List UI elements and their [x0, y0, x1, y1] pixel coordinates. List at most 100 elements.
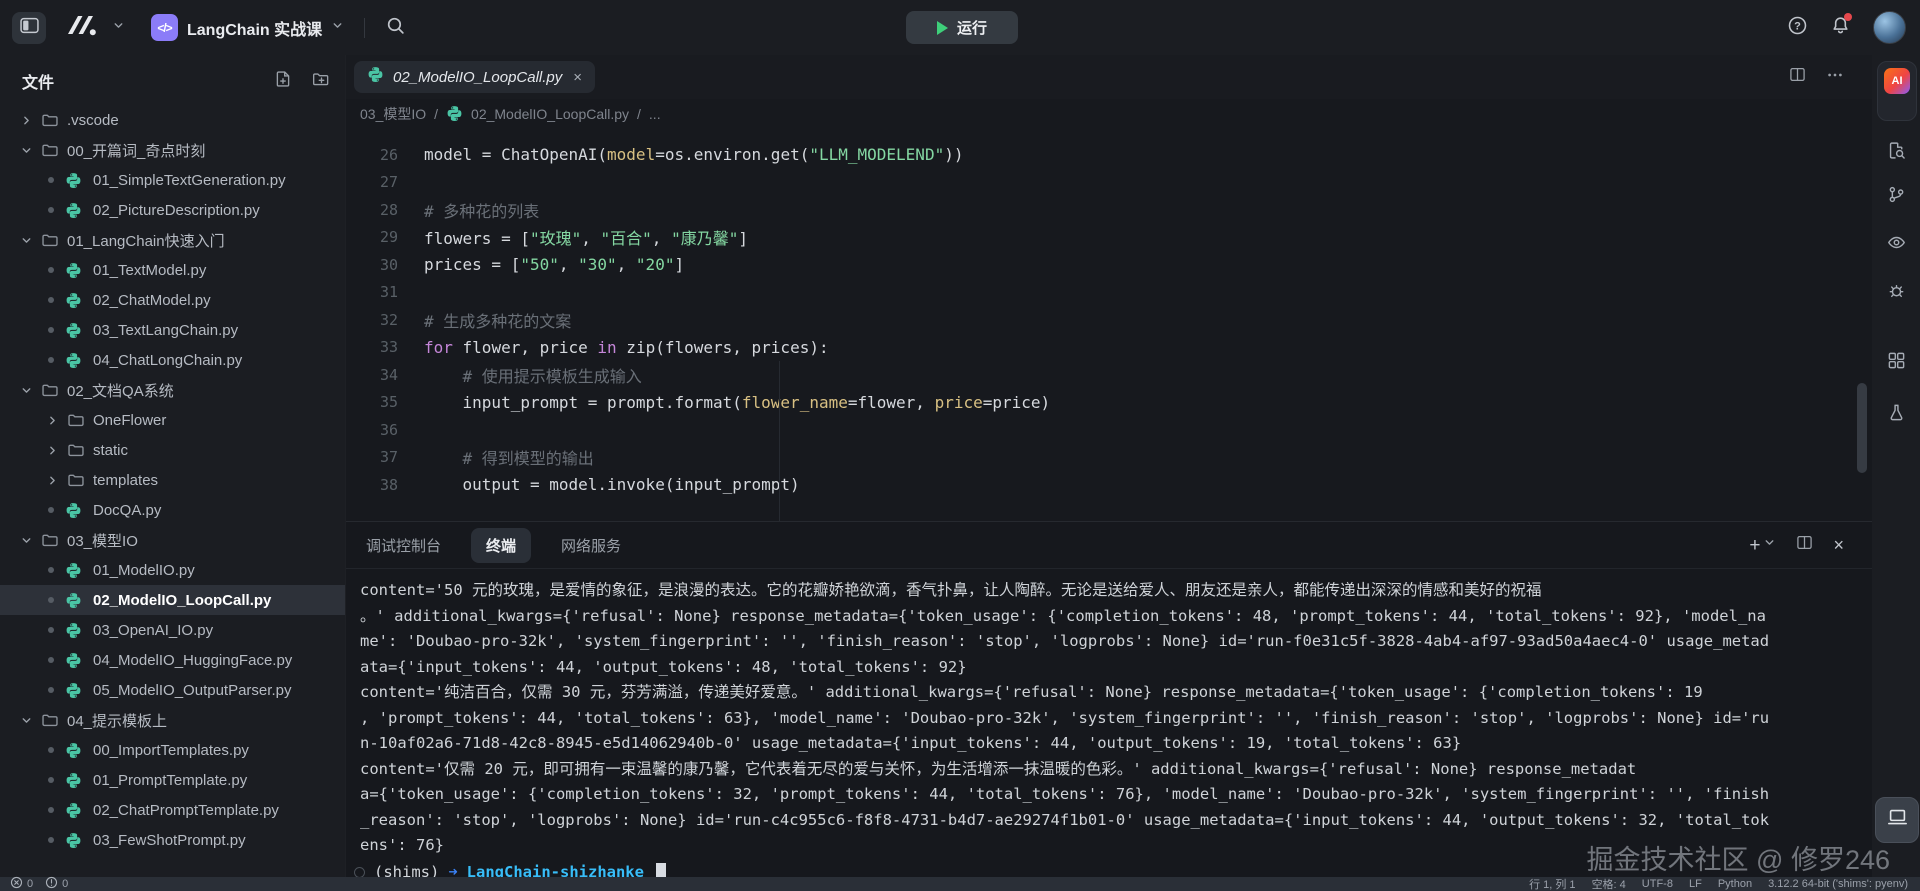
tree-folder[interactable]: 02_文档QA系统: [0, 375, 345, 405]
line-number: 26: [346, 146, 398, 164]
search-icon[interactable]: [385, 15, 406, 41]
tree-file[interactable]: 01_PromptTemplate.py: [0, 765, 345, 795]
chevron-down-icon: [20, 534, 33, 547]
tree-folder[interactable]: 00_开篇词_奇点时刻: [0, 135, 345, 165]
new-terminal-button[interactable]: +: [1749, 536, 1776, 555]
tree-file[interactable]: DocQA.py: [0, 495, 345, 525]
split-editor-icon[interactable]: [1789, 66, 1806, 88]
tree-subfolder[interactable]: templates: [0, 465, 345, 495]
new-file-icon[interactable]: [274, 70, 292, 93]
code-line: prices = ["50", "30", "20"]: [398, 255, 684, 274]
new-folder-icon[interactable]: [312, 70, 331, 93]
extensions-button[interactable]: [1872, 351, 1920, 375]
indentation[interactable]: 空格: 4: [1592, 876, 1626, 891]
tab-network-service[interactable]: 网络服务: [561, 535, 621, 556]
line-number: 29: [346, 228, 398, 246]
status-dot: [48, 837, 54, 843]
tree-file[interactable]: 01_TextModel.py: [0, 255, 345, 285]
split-panel-icon[interactable]: [1796, 534, 1813, 556]
tree-file[interactable]: 02_ChatModel.py: [0, 285, 345, 315]
tree-folder[interactable]: 03_模型IO: [0, 525, 345, 555]
python-file-icon: [65, 352, 82, 369]
file-search-button[interactable]: [1872, 141, 1920, 165]
app-logo-icon[interactable]: [64, 12, 100, 43]
explorer-title: 文件: [22, 69, 54, 93]
breadcrumb[interactable]: 03_模型IO / 02_ModelIO_LoopCall.py / ...: [346, 99, 1872, 128]
tree-subfolder[interactable]: OneFlower: [0, 405, 345, 435]
breadcrumb-more[interactable]: ...: [649, 106, 661, 122]
editor-scrollbar[interactable]: [1857, 383, 1867, 473]
breadcrumb-folder[interactable]: 03_模型IO: [360, 104, 426, 124]
tree-file[interactable]: 01_SimpleTextGeneration.py: [0, 165, 345, 195]
python-file-icon: [65, 652, 82, 669]
tree-file-selected[interactable]: 02_ModelIO_LoopCall.py: [0, 585, 345, 615]
close-panel-icon[interactable]: ×: [1833, 536, 1844, 554]
language-mode[interactable]: Python: [1718, 878, 1752, 890]
editor-area: 02_ModelIO_LoopCall.py × 03_模型IO / 02_Mo…: [345, 55, 1872, 877]
problems-errors[interactable]: 0: [10, 876, 33, 891]
tree-file[interactable]: 00_ImportTemplates.py: [0, 735, 345, 765]
editor-tab-active[interactable]: 02_ModelIO_LoopCall.py ×: [354, 61, 595, 93]
notification-badge: [1844, 13, 1852, 21]
debug-button[interactable]: [1872, 281, 1920, 305]
line-number: 31: [346, 283, 398, 301]
tree-folder-vscode[interactable]: .vscode: [0, 105, 345, 135]
terminal-output-line: content='仅需 20 元，即可拥有一束温馨的康乃馨，它代表着无尽的爱与关…: [360, 757, 1872, 783]
line-number: 33: [346, 338, 398, 356]
bug-icon: [1887, 281, 1906, 305]
tree-file[interactable]: 03_OpenAI_IO.py: [0, 615, 345, 645]
eol-sequence[interactable]: LF: [1689, 878, 1702, 890]
terminal-output[interactable]: content='50 元的玫瑰，是爱情的象征，是浪漫的表达。它的花瓣娇艳欲滴，…: [346, 569, 1872, 878]
close-tab-icon[interactable]: ×: [573, 70, 582, 85]
python-interpreter[interactable]: 3.12.2 64-bit ('shims': pyenv): [1768, 878, 1908, 890]
play-icon: [937, 21, 948, 35]
tree-file[interactable]: 04_ChatLongChain.py: [0, 345, 345, 375]
cursor-position[interactable]: 行 1, 列 1: [1529, 876, 1575, 891]
device-preview-button[interactable]: [1875, 797, 1919, 843]
tree-file[interactable]: 04_ModelIO_HuggingFace.py: [0, 645, 345, 675]
notifications-button[interactable]: [1830, 15, 1851, 41]
testing-button[interactable]: [1872, 403, 1920, 427]
panel-tab-bar: 调试控制台 终端 网络服务 + ×: [346, 522, 1872, 569]
chevron-down-icon: [331, 19, 344, 37]
tab-terminal[interactable]: 终端: [471, 528, 531, 563]
code-line: # 多种花的列表: [398, 198, 539, 222]
terminal-output-line: content='50 元的玫瑰，是爱情的象征，是浪漫的表达。它的花瓣娇艳欲滴，…: [360, 578, 1872, 604]
encoding[interactable]: UTF-8: [1642, 878, 1673, 890]
terminal-output-line: n-10af02a6-71d8-42c8-8945-e5d14062940b-0…: [360, 731, 1872, 757]
tree-file[interactable]: 03_TextLangChain.py: [0, 315, 345, 345]
tree-file[interactable]: 02_ChatPromptTemplate.py: [0, 795, 345, 825]
python-file-icon: [65, 682, 82, 699]
chevron-right-icon: [46, 444, 59, 457]
tree-file[interactable]: 05_ModelIO_OutputParser.py: [0, 675, 345, 705]
problems-warnings[interactable]: 0: [45, 876, 68, 891]
breadcrumb-file[interactable]: 02_ModelIO_LoopCall.py: [471, 106, 629, 122]
prompt-directory: LangChain-shizhanke: [467, 860, 644, 879]
tab-debug-console[interactable]: 调试控制台: [366, 535, 441, 556]
editor-tab-bar: 02_ModelIO_LoopCall.py ×: [346, 55, 1872, 99]
help-icon[interactable]: ?: [1787, 15, 1808, 41]
code-line: output = model.invoke(input_prompt): [398, 475, 800, 494]
avatar[interactable]: [1873, 11, 1906, 44]
preview-button[interactable]: [1872, 233, 1920, 257]
tree-folder[interactable]: 01_LangChain快速入门: [0, 225, 345, 255]
tree-file[interactable]: 02_PictureDescription.py: [0, 195, 345, 225]
status-dot: [48, 657, 54, 663]
tree-file[interactable]: 01_ModelIO.py: [0, 555, 345, 585]
run-button[interactable]: 运行: [906, 11, 1018, 44]
project-switcher[interactable]: </> LangChain 实战课: [151, 14, 344, 41]
code-editor[interactable]: 26model = ChatOpenAI(model=os.environ.ge…: [346, 128, 1872, 521]
prompt-arrow-icon: ➜: [448, 860, 457, 879]
tree-file[interactable]: 03_FewShotPrompt.py: [0, 825, 345, 855]
line-number: 38: [346, 476, 398, 494]
trae-logo-icon: [64, 12, 100, 43]
terminal-output-line: , 'prompt_tokens': 44, 'total_tokens': 6…: [360, 706, 1872, 732]
more-actions-icon[interactable]: [1826, 66, 1844, 89]
tree-subfolder[interactable]: static: [0, 435, 345, 465]
source-control-button[interactable]: [1872, 185, 1920, 209]
line-number: 35: [346, 393, 398, 411]
app-menu-chevron[interactable]: [112, 19, 125, 37]
toggle-sidebar-button[interactable]: [12, 12, 46, 44]
tree-folder[interactable]: 04_提示模板上: [0, 705, 345, 735]
ai-assistant-button[interactable]: AI: [1877, 61, 1917, 121]
